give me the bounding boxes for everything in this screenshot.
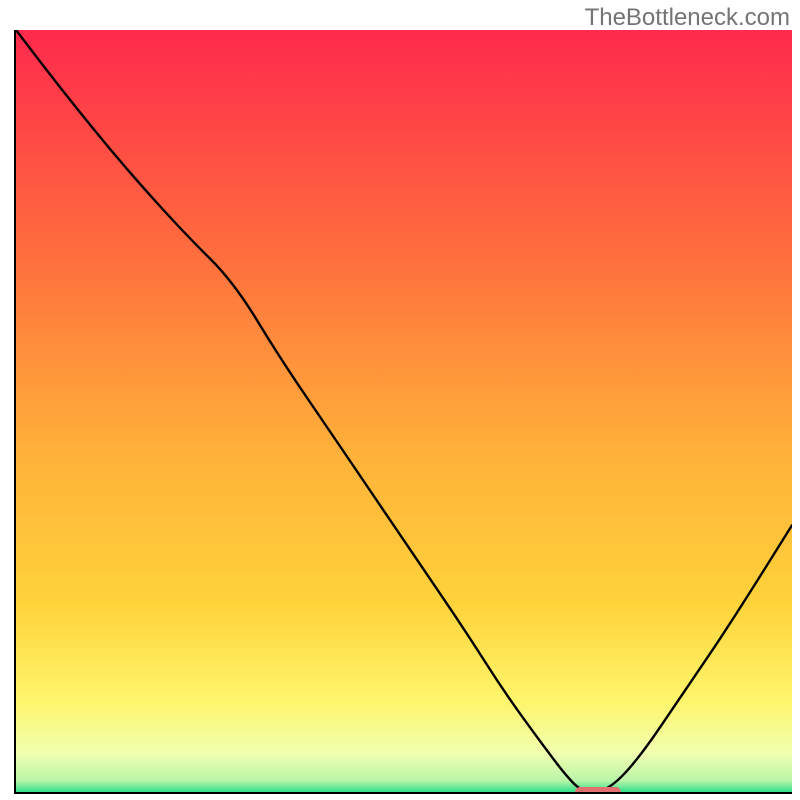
plot-axes — [14, 30, 792, 794]
chart-frame: { "watermark": "TheBottleneck.com", "col… — [0, 0, 800, 800]
watermark-text: TheBottleneck.com — [585, 4, 790, 32]
plot-area — [16, 30, 792, 792]
bottleneck-curve — [16, 30, 792, 792]
optimum-marker — [575, 787, 622, 792]
